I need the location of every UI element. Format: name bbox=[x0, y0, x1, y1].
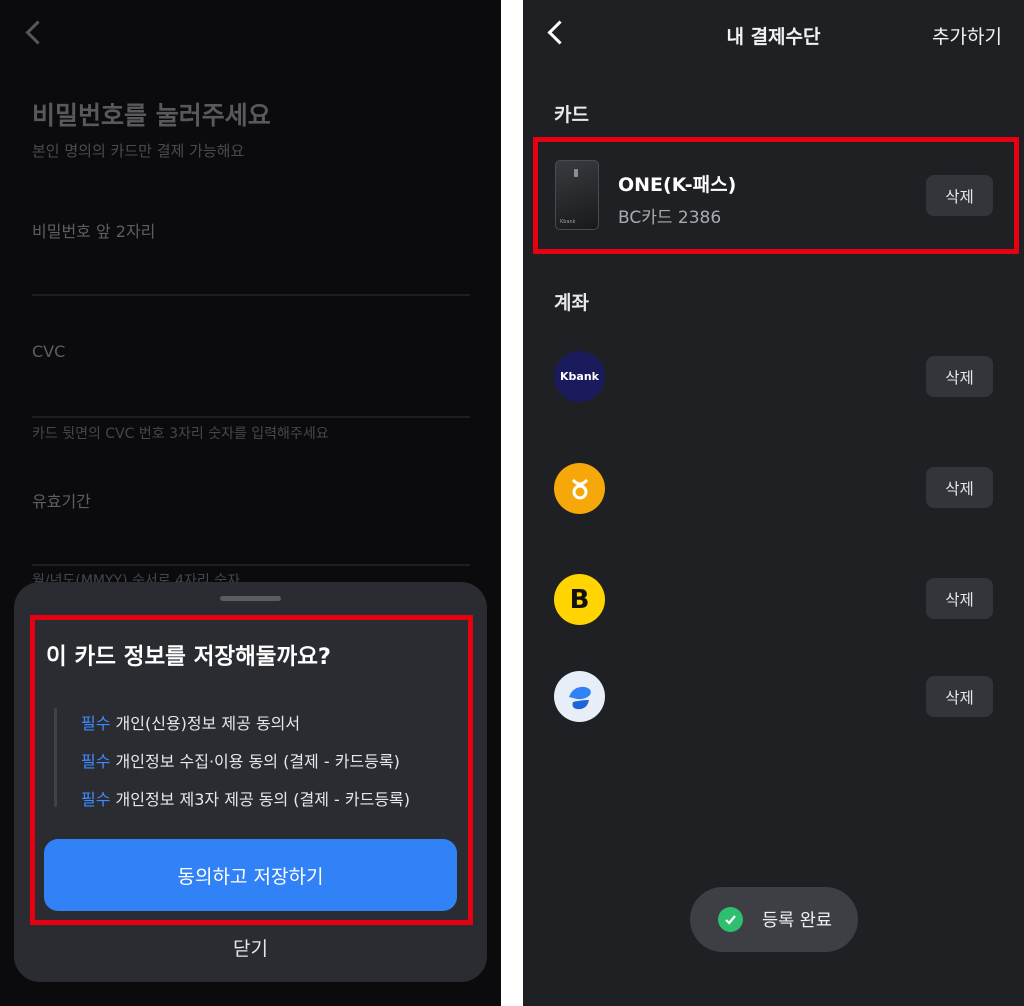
cvc-field-hint: 카드 뒷면의 CVC 번호 3자리 숫자를 입력해주세요 bbox=[32, 426, 329, 442]
delete-account-button[interactable]: 삭제 bbox=[926, 467, 993, 508]
consent-item[interactable]: 필수 개인(신용)정보 제공 동의서 bbox=[81, 710, 300, 734]
cvc-field-underline bbox=[32, 416, 470, 418]
toss-emblem-icon bbox=[568, 686, 591, 709]
consent-text: 개인정보 제3자 제공 동의 (결제 - 카드등록) bbox=[115, 790, 411, 809]
card-chip-icon bbox=[574, 169, 578, 177]
sheet-drag-handle[interactable] bbox=[220, 596, 281, 601]
bank-logo-toss-icon bbox=[554, 671, 605, 722]
close-button[interactable]: 닫기 bbox=[14, 934, 487, 961]
page-subtitle: 본인 명의의 카드만 결제 가능해요 bbox=[32, 142, 245, 160]
required-tag: 필수 bbox=[81, 714, 111, 733]
card-section-heading: 카드 bbox=[554, 104, 589, 126]
bank-emblem-icon bbox=[571, 478, 588, 499]
bank-logo-yellow-icon: B bbox=[554, 574, 605, 625]
card-brand-mark: Kbank bbox=[560, 219, 576, 225]
consent-text: 개인(신용)정보 제공 동의서 bbox=[115, 714, 301, 733]
agree-and-save-button[interactable]: 동의하고 저장하기 bbox=[44, 839, 457, 911]
card-row[interactable]: Kbank ONE(K-패스) BC카드 2386 삭제 bbox=[533, 137, 1019, 254]
password-field-underline bbox=[32, 294, 470, 296]
required-tag: 필수 bbox=[81, 752, 111, 771]
kbank-logo-icon: Kbank bbox=[554, 351, 605, 402]
toast-message: 등록 완료 bbox=[762, 911, 832, 931]
card-number: BC카드 2386 bbox=[618, 208, 722, 228]
delete-account-button[interactable]: 삭제 bbox=[926, 578, 993, 619]
add-payment-button[interactable]: 추가하기 bbox=[932, 22, 1002, 49]
account-section-heading: 계좌 bbox=[554, 292, 589, 314]
delete-account-button[interactable]: 삭제 bbox=[926, 356, 993, 397]
bank-logo-orange-icon bbox=[554, 463, 605, 514]
registration-toast: 등록 완료 bbox=[690, 887, 858, 952]
delete-account-button[interactable]: 삭제 bbox=[926, 676, 993, 717]
required-tag: 필수 bbox=[81, 790, 111, 809]
cvc-field-label[interactable]: CVC bbox=[32, 342, 65, 361]
kbank-logo-text: Kbank bbox=[560, 370, 599, 383]
card-thumbnail: Kbank bbox=[555, 160, 599, 230]
consent-highlight-box: 이 카드 정보를 저장해둘까요? 필수 개인(신용)정보 제공 동의서 필수 개… bbox=[30, 615, 473, 925]
consent-item[interactable]: 필수 개인정보 제3자 제공 동의 (결제 - 카드등록) bbox=[81, 786, 410, 810]
card-name: ONE(K-패스) bbox=[618, 174, 737, 196]
payment-methods-screen: 내 결제수단 추가하기 카드 Kbank ONE(K-패스) BC카드 2386… bbox=[523, 0, 1024, 1006]
save-card-bottom-sheet: 이 카드 정보를 저장해둘까요? 필수 개인(신용)정보 제공 동의서 필수 개… bbox=[14, 582, 487, 982]
consent-text: 개인정보 수집·이용 동의 (결제 - 카드등록) bbox=[115, 752, 400, 771]
expiry-field-underline bbox=[32, 564, 470, 566]
delete-card-button[interactable]: 삭제 bbox=[926, 175, 993, 216]
check-circle-icon bbox=[718, 907, 743, 932]
card-password-screen: 비밀번호를 눌러주세요 본인 명의의 카드만 결제 가능해요 비밀번호 앞 2자… bbox=[0, 0, 501, 1006]
sheet-title: 이 카드 정보를 저장해둘까요? bbox=[46, 644, 331, 670]
page-title: 비밀번호를 눌러주세요 bbox=[32, 101, 271, 130]
consent-item[interactable]: 필수 개인정보 수집·이용 동의 (결제 - 카드등록) bbox=[81, 748, 400, 772]
password-field-label[interactable]: 비밀번호 앞 2자리 bbox=[32, 218, 155, 242]
bank-logo-letter: B bbox=[569, 584, 590, 615]
consent-divider bbox=[54, 708, 57, 807]
back-chevron-icon[interactable] bbox=[25, 20, 50, 45]
expiry-field-label[interactable]: 유효기간 bbox=[32, 488, 91, 512]
